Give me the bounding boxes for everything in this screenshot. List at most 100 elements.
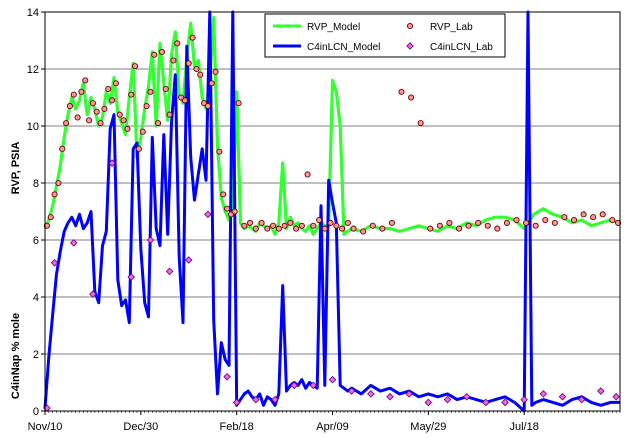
- data-point-rvp-lab: [599, 211, 606, 218]
- data-point-rvp-lab: [561, 214, 568, 221]
- data-point-rvp-lab: [139, 128, 146, 135]
- data-point-rvp-lab: [503, 219, 510, 226]
- data-point-rvp-lab: [298, 222, 305, 229]
- y-tick-label: 12: [27, 64, 39, 76]
- data-point-rvp-lab: [204, 103, 211, 110]
- data-point-rvp-lab: [258, 219, 265, 226]
- data-point-rvp-lab: [181, 97, 188, 104]
- data-point-rvp-lab: [135, 145, 142, 152]
- data-point-rvp-lab: [287, 219, 294, 226]
- x-tick-label: Dec/30: [123, 421, 158, 433]
- data-point-rvp-lab: [174, 40, 181, 47]
- legend-swatch-circle: [406, 22, 414, 30]
- data-point-rvp-lab: [147, 88, 154, 95]
- data-point-rvp-lab: [388, 219, 395, 226]
- data-point-rvp-lab: [74, 114, 81, 121]
- data-point-rvp-lab: [224, 205, 231, 212]
- data-point-rvp-lab: [151, 51, 158, 58]
- chart: 0 2 4 6 8 10 12 14 Nov/10 Dec/30 Feb/18 Apr/09 May/2…: [10, 7, 622, 433]
- data-point-rvp-lab: [155, 120, 162, 127]
- y-tick-label: 0: [33, 406, 39, 418]
- data-point-rvp-lab: [97, 120, 104, 127]
- data-point-rvp-lab: [316, 216, 323, 224]
- data-point-rvp-lab: [304, 171, 311, 178]
- data-point-rvp-lab: [51, 191, 58, 198]
- data-point-rvp-lab: [197, 71, 204, 78]
- data-point-rvp-lab: [310, 222, 317, 229]
- data-point-rvp-lab: [270, 222, 277, 229]
- data-point-rvp-lab: [436, 222, 443, 229]
- data-point-rvp-lab: [446, 219, 453, 226]
- data-point-rvp-lab: [408, 94, 415, 101]
- data-point-rvp-lab: [241, 222, 248, 229]
- data-point-rvp-lab: [116, 111, 123, 118]
- x-tick-label: May/29: [410, 421, 446, 433]
- data-point-rvp-lab: [247, 219, 254, 226]
- data-point-rvp-lab: [109, 97, 116, 104]
- data-point-rvp-lab: [327, 219, 334, 226]
- x-tick-label: Apr/09: [316, 421, 348, 433]
- data-point-rvp-lab: [78, 88, 85, 95]
- data-point-rvp-lab: [333, 222, 340, 229]
- data-point-rvp-lab: [455, 225, 463, 232]
- data-point-rvp-lab: [193, 65, 200, 73]
- data-point-rvp-lab: [475, 219, 482, 226]
- data-point-rvp-lab: [189, 34, 196, 41]
- data-point-rvp-lab: [158, 48, 165, 55]
- data-point-rvp-lab: [220, 191, 227, 198]
- data-point-rvp-lab: [132, 63, 139, 70]
- data-point-rvp-lab: [542, 216, 549, 224]
- data-point-rvp-lab: [112, 80, 119, 87]
- data-point-rvp-lab: [124, 125, 131, 132]
- data-point-rvp-lab: [417, 120, 424, 127]
- y-axis-label-bottom: C4inNap % mole: [10, 313, 22, 399]
- data-point-rvp-lab: [350, 225, 357, 232]
- data-point-rvp-lab: [101, 105, 108, 112]
- data-point-rvp-lab: [321, 225, 328, 232]
- data-point-rvp-lab: [86, 117, 93, 124]
- data-point-rvp-lab: [89, 100, 96, 107]
- y-tick-label: 10: [27, 121, 39, 133]
- data-point-rvp-lab: [360, 228, 367, 235]
- legend-label: RVP_Lab: [430, 22, 473, 33]
- data-point-rvp-lab: [128, 91, 135, 98]
- data-point-rvp-lab: [369, 222, 376, 229]
- data-point-rvp-lab: [551, 219, 558, 226]
- legend-label: RVP_Model: [307, 22, 360, 33]
- data-point-rvp-lab: [484, 222, 491, 229]
- y-tick-label: 8: [33, 178, 39, 190]
- data-point-rvp-lab: [185, 60, 192, 67]
- data-point-rvp-lab: [379, 225, 386, 232]
- x-tick-label: Jul/18: [509, 421, 538, 433]
- data-point-rvp-lab: [293, 225, 300, 232]
- data-point-rvp-lab: [93, 108, 100, 115]
- data-point-rvp-lab: [264, 225, 271, 232]
- data-point-rvp-lab: [427, 225, 434, 232]
- data-point-rvp-lab: [235, 100, 242, 107]
- legend-label: C4inLCN_Lab: [430, 42, 493, 53]
- y-tick-label: 2: [33, 349, 39, 361]
- data-point-rvp-lab: [70, 91, 77, 98]
- data-point-rvp-lab: [143, 103, 150, 110]
- data-point-rvp-lab: [63, 120, 70, 127]
- data-point-rvp-lab: [344, 219, 351, 226]
- data-point-rvp-lab: [532, 222, 539, 229]
- data-point-rvp-lab: [47, 214, 54, 221]
- y-tick-label: 14: [27, 7, 39, 19]
- data-point-rvp-lab: [82, 77, 89, 84]
- data-point-rvp-lab: [275, 225, 282, 232]
- data-point-rvp-lab: [59, 145, 66, 152]
- data-point-rvp-lab: [231, 208, 238, 215]
- y-tick-label: 4: [33, 292, 39, 304]
- y-tick-label: 6: [33, 235, 39, 247]
- x-tick-label: Feb/18: [220, 421, 254, 433]
- data-point-rvp-lab: [523, 219, 530, 226]
- data-point-rvp-lab: [212, 68, 219, 75]
- data-point-rvp-lab: [513, 216, 520, 224]
- data-point-rvp-lab: [208, 80, 215, 87]
- data-point-rvp-lab: [398, 88, 405, 95]
- legend-label: C4inLCN_Model: [307, 42, 380, 53]
- data-point-rvp-lab: [609, 216, 616, 224]
- data-point-rvp-lab: [166, 111, 173, 118]
- data-point-rvp-lab: [120, 117, 127, 124]
